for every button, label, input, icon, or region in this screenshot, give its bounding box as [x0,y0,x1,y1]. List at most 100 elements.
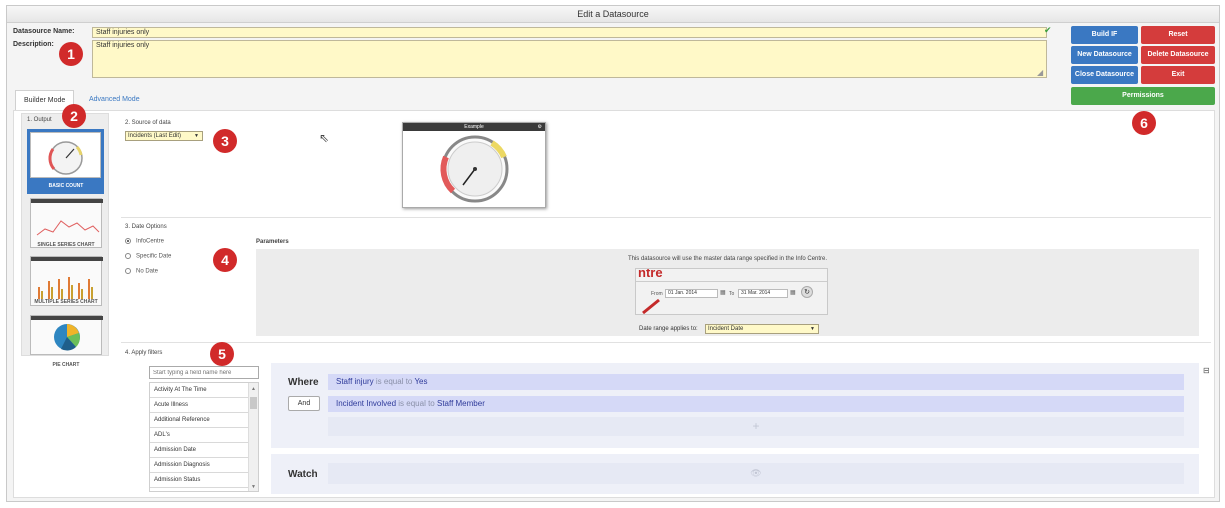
example-header: Example ⚙ [403,123,545,131]
scroll-down-icon[interactable]: ▼ [251,484,256,490]
condition-operator: is equal to [398,399,435,408]
pie-chart-icon [31,316,103,351]
example-preview: Example ⚙ [402,122,546,208]
delete-datasource-button[interactable]: Delete Datasource [1141,46,1215,64]
radio-specific-date[interactable]: Specific Date [125,253,171,260]
section-divider [121,217,1211,218]
output-section-title: 1. Output [27,117,52,123]
close-datasource-button[interactable]: Close Datasource [1071,66,1138,84]
condition-field: Staff injury [336,377,374,386]
date-range-snippet: ntre From 01 Jan. 2014 ▦ To 31 Mar. 2014… [635,268,828,315]
source-section-title: 2. Source of data [125,120,171,126]
plus-icon: + [752,419,760,433]
collapse-icon[interactable]: ⊟ [1203,366,1210,375]
snippet-divider [636,281,827,282]
radio-infocentre[interactable]: InfoCentre [125,238,164,245]
condition-field: Incident Involved [336,399,397,408]
step-badge: 6 [1132,111,1156,135]
field-search-input[interactable] [149,366,259,379]
exit-button[interactable]: Exit [1141,66,1215,84]
output-option-label: BASIC COUNT [48,183,84,189]
output-option-label: SINGLE SERIES CHART [37,242,95,248]
section-divider [121,342,1211,343]
parameters-label: Parameters [256,239,289,245]
condition-operator: is equal to [375,377,413,386]
datasource-name-label: Datasource Name: [13,28,75,35]
list-item[interactable]: Admission Status [150,473,248,488]
list-item[interactable]: ADL's [150,428,248,443]
tab-advanced-mode[interactable]: Advanced Mode [81,90,148,110]
list-item[interactable]: Admission Date [150,443,248,458]
parameters-panel: This datasource will use the master data… [256,249,1199,336]
datasource-name-input[interactable]: Staff injuries only [92,27,1047,38]
valid-check-icon: ✔ [1044,25,1052,35]
and-button[interactable]: And [288,396,320,411]
applies-to-label: Date range applies to: [639,326,698,332]
calendar-icon[interactable]: ▦ [720,289,726,296]
to-date-input[interactable]: 31 Mar. 2014 [738,289,788,298]
filter-condition-row[interactable]: Incident Involved is equal to Staff Memb… [328,396,1184,412]
window-title: Edit a Datasource [7,6,1219,23]
pie-chart-thumbnail[interactable] [30,315,103,355]
condition-value: Yes [414,377,428,386]
radio-dot [125,238,131,244]
radio-label: InfoCentre [136,238,165,245]
filter-condition-row[interactable]: Staff injury is equal to Yes [328,374,1184,390]
list-item[interactable]: Admission Diagnosis [150,458,248,473]
to-label: To [729,291,735,297]
radio-dot [125,253,131,259]
applies-to-select[interactable]: Incident Date ▼ [705,324,819,334]
gauge-thumbnail [30,132,101,178]
example-title: Example [464,124,484,130]
source-select[interactable]: Incidents (Last Edit) ▼ [125,131,203,141]
radio-label: Specific Date [136,253,172,260]
scroll-up-icon[interactable]: ▲ [251,386,256,392]
apply-filters-title: 4. Apply filters [125,350,163,356]
source-select-value: Incidents (Last Edit) [128,133,182,139]
output-option-label: MULTIPLE SERIES CHART [34,299,98,305]
calendar-icon[interactable]: ▦ [790,289,796,296]
from-date-input[interactable]: 01 Jan. 2014 [665,289,718,298]
new-datasource-button[interactable]: New Datasource [1071,46,1138,64]
pointer-arrow-icon [642,298,660,314]
list-item[interactable]: Activity At The Time [150,383,248,398]
settings-icon: ⚙ [537,124,542,130]
resize-grip-icon[interactable]: ◢ [1037,68,1043,77]
mouse-cursor-icon: ⇖ [319,131,330,145]
reset-button[interactable]: Reset [1141,26,1215,44]
single-series-thumbnail[interactable] [30,198,103,248]
radio-label: No Date [136,268,159,275]
gauge-icon [48,141,83,175]
description-label: Description: [13,41,54,48]
step-badge: 5 [210,342,234,366]
list-item[interactable]: Acute Illness [150,398,248,413]
chevron-down-icon: ▼ [194,133,199,139]
output-option-label: PIE CHART [52,362,80,368]
field-list-scrollbar[interactable]: ▲ ▼ [248,383,258,491]
radio-no-date[interactable]: No Date [125,268,158,275]
build-if-button[interactable]: Build IF [1071,26,1138,44]
radio-dot [125,268,131,274]
step-badge: 1 [59,42,83,66]
where-label: Where [288,377,319,388]
watch-label: Watch [288,469,318,480]
step-badge: 4 [213,248,237,272]
add-condition-row[interactable]: + [328,417,1184,436]
step-badge: 2 [62,104,86,128]
list-item[interactable]: Additional Reference [150,413,248,428]
field-list: Activity At The Time Acute Illness Addit… [149,382,259,492]
scrollbar-thumb[interactable] [250,397,257,409]
permissions-button[interactable]: Permissions [1071,87,1215,105]
date-options-title: 3. Date Options [125,224,167,230]
chevron-down-icon: ▼ [810,326,815,332]
output-option-basic-count[interactable]: BASIC COUNT [27,129,104,194]
watch-block: Watch 👁 [271,454,1199,494]
description-textarea[interactable]: Staff injuries only [92,40,1047,78]
parameters-message: This datasource will use the master data… [627,256,828,262]
where-block: Where Staff injury is equal to Yes And I… [271,363,1199,448]
applies-to-value: Incident Date [708,326,744,332]
add-watch-row[interactable]: 👁 [328,463,1184,484]
refresh-icon[interactable]: ↻ [801,286,813,298]
step-badge: 3 [213,129,237,153]
datasource-window: Edit a Datasource Datasource Name: Staff… [6,5,1220,502]
